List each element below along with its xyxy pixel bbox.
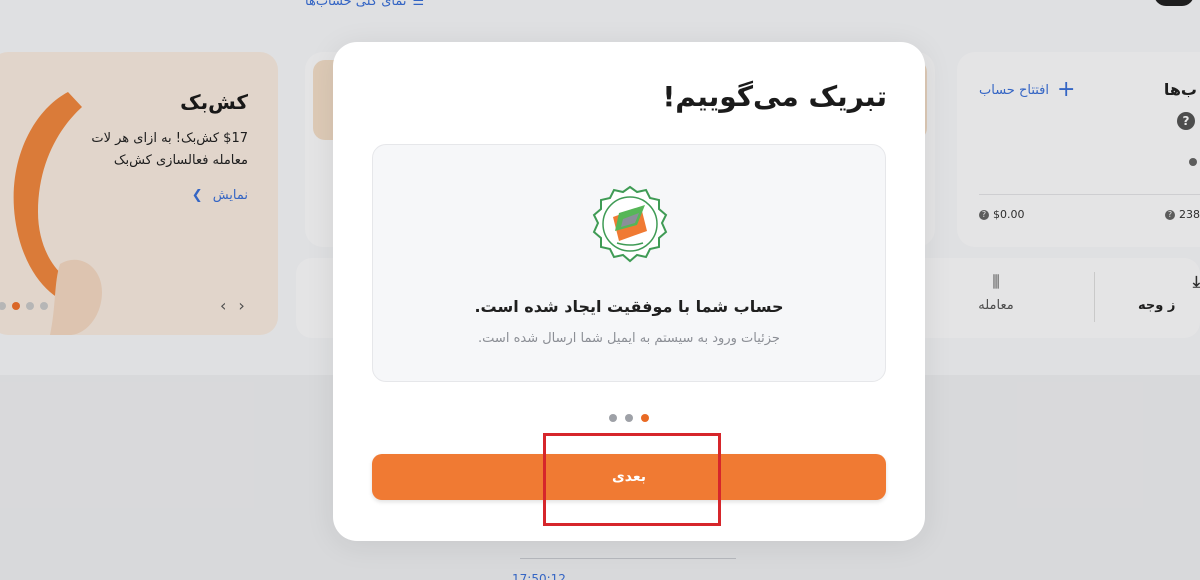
highlight-annotation: [543, 433, 721, 526]
step-indicator: [609, 414, 649, 422]
step-dot: [609, 414, 617, 422]
success-panel: حساب شما با موفقیت ایجاد شده است. جزئیات…: [372, 144, 886, 382]
success-message: حساب شما با موفقیت ایجاد شده است.: [474, 297, 784, 316]
dialog-title: تبریک می‌گوییم!: [662, 80, 887, 113]
details-message: جزئیات ورود به سیستم به ایمیل شما ارسال …: [478, 331, 780, 346]
step-dot: [625, 414, 633, 422]
step-dot-active: [641, 414, 649, 422]
success-seal-icon: [592, 185, 668, 263]
